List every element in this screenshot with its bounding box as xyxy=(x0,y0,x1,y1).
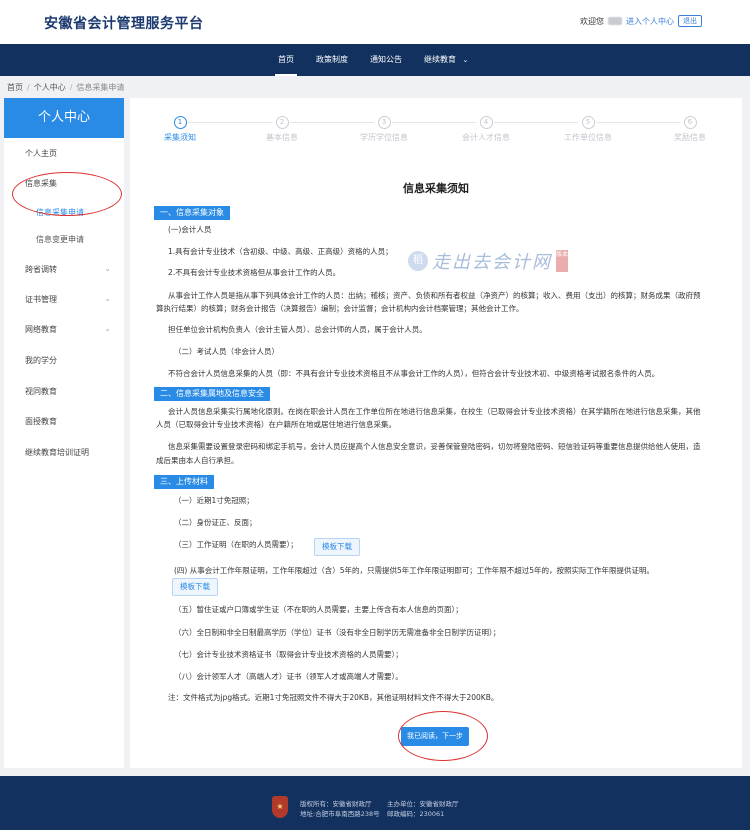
step-number: 2 xyxy=(275,116,289,129)
notice-line: 2.不具有会计专业技术资格但从事会计工作的人员。 xyxy=(168,268,341,277)
welcome-text: 欢迎您 xyxy=(580,16,604,26)
section-heading: 一、信息采集对象 xyxy=(154,206,230,220)
notice-line: (一)会计人员 xyxy=(168,225,212,234)
nav-policy[interactable]: 政策制度 xyxy=(305,44,359,76)
step-label: 工作单位信息 xyxy=(564,133,612,142)
sidebar-item-credits[interactable]: 我的学分 xyxy=(4,355,124,366)
step-5: 5 工作单位信息 xyxy=(538,116,638,143)
chevron-down-icon: ⌄ xyxy=(104,294,111,303)
main-nav: 首页 政策制度 通知公告 继续教育 ⌄ xyxy=(0,44,750,76)
notice-line: （七）会计专业技术资格证书（取得会计专业技术资格的人员需要）； xyxy=(174,650,403,659)
step-6: 6 奖励信息 xyxy=(640,116,740,143)
notice-line: （八）会计领军人才（高端人才）证书（领军人才或高端人才需要）。 xyxy=(174,672,403,681)
notice-line: 算执行结果）的核算；财务会计报告（决算报告）编制；会计监督；会计机构内会计档案管… xyxy=(156,304,524,313)
footer-sponsor: 版权所有：安徽省财政厅 xyxy=(300,800,372,808)
watermark-text: 走出去会计网 xyxy=(432,252,552,273)
template-download-button[interactable]: 模板下载 xyxy=(314,538,360,556)
main-content: 1 采集须知 2 基本信息 3 学历学位信息 4 会计人才信息 5 工作单位信息… xyxy=(130,98,742,768)
step-number: 5 xyxy=(581,116,595,129)
chevron-down-icon: ⌄ xyxy=(104,264,111,273)
logout-button[interactable]: 退出 xyxy=(678,15,702,27)
breadcrumb-profile[interactable]: 个人中心 xyxy=(34,83,66,92)
step-number: 6 xyxy=(683,116,697,129)
notice-line: 担任单位会计机构负责人（会计主管人员）、总会计师的人员，属于会计人员。 xyxy=(168,325,427,334)
step-number: 4 xyxy=(479,116,493,129)
annotation-circle xyxy=(12,172,122,216)
step-label: 基本信息 xyxy=(266,133,298,142)
step-4: 4 会计人才信息 xyxy=(436,116,536,143)
notice-line: （六）全日制和非全日制最高学历（学位）证书（没有非全日制学历无需准备非全日制学历… xyxy=(174,628,501,637)
footer-address: 地址:合肥市阜南西路238号 xyxy=(300,810,380,818)
step-label: 采集须知 xyxy=(164,133,196,142)
watermark-seal: 版本 xyxy=(556,250,568,272)
sidebar-item-face-education[interactable]: 面授教育 xyxy=(4,416,124,427)
step-number: 3 xyxy=(377,116,391,129)
step-1: 1 采集须知 xyxy=(130,116,230,143)
section-heading: 三、上传材料 xyxy=(154,475,214,489)
breadcrumb-current: 信息采集申请 xyxy=(76,83,125,92)
notice-line: 信息采集需要设置登录密码和绑定手机号，会计人员应提高个人信息安全意识，妥善保管登… xyxy=(168,442,701,451)
step-progress: 1 采集须知 2 基本信息 3 学历学位信息 4 会计人才信息 5 工作单位信息… xyxy=(130,116,742,156)
step-3: 3 学历学位信息 xyxy=(334,116,434,143)
notice-line: 从事会计工作人员是指从事下列具体会计工作的人员：出纳；稽核；资产、负债和所有者权… xyxy=(168,291,701,300)
notice-line: 1.具有会计专业技术（含初级、中级、高级、正高级）资格的人员； xyxy=(168,247,393,256)
footer: ★ 版权所有：安徽省财政厅 主办单位：安徽省财政厅 地址:合肥市阜南西路238号… xyxy=(0,776,750,830)
notice-title: 信息采集须知 xyxy=(403,182,469,195)
footer-organizer: 主办单位：安徽省财政厅 xyxy=(387,800,459,808)
notice-line: 不符合会计人员信息采集的人员（即：不具有会计专业技术资格且不从事会计工作的人员）… xyxy=(168,369,660,378)
notice-line: （一）近期1寸免冠照； xyxy=(174,496,254,505)
step-label: 会计人才信息 xyxy=(462,133,510,142)
step-2: 2 基本信息 xyxy=(232,116,332,143)
breadcrumb-home[interactable]: 首页 xyxy=(7,83,23,92)
notice-line: （五）暂住证或户口簿或学生证（不在职的人员需要，主要上传含有本人信息的页面）； xyxy=(174,605,463,614)
sidebar-item-label: 网络教育 xyxy=(25,325,57,334)
masked-username xyxy=(608,17,622,25)
chevron-down-icon: ⌄ xyxy=(104,324,111,333)
notice-line: (四) 从事会计工作年限证明，工作年限超过（含）5年的，只需提供5年工作年限证明… xyxy=(174,566,655,575)
sidebar-item-label: 跨省调转 xyxy=(25,265,57,274)
emblem-icon: ★ xyxy=(272,796,288,818)
nav-continuing-education[interactable]: 继续教育 ⌄ xyxy=(413,44,479,76)
notice-line: 会计人员信息采集实行属地化原则。在岗在职会计人员在工作单位所在地进行信息采集，在… xyxy=(168,407,701,416)
sidebar-item-training-certificate[interactable]: 继续教育培训证明 xyxy=(4,447,124,458)
chevron-down-icon: ⌄ xyxy=(462,56,469,64)
annotation-circle xyxy=(398,711,488,761)
notice-line: 成后果由本人自行承担。 xyxy=(156,456,239,465)
template-download-button[interactable]: 模板下载 xyxy=(172,578,218,596)
site-title[interactable]: 安徽省会计管理服务平台 xyxy=(44,13,204,33)
sidebar-item-online-education[interactable]: 网络教育 ⌄ xyxy=(4,324,124,335)
breadcrumb: 首页 / 个人中心 / 信息采集申请 xyxy=(7,83,125,92)
sidebar-item-certificates[interactable]: 证书管理 ⌄ xyxy=(4,294,124,305)
notice-line: （三）工作证明（在职的人员需要）； xyxy=(174,540,298,549)
nav-continuing-education-label: 继续教育 xyxy=(424,55,456,64)
watermark: 稻 走出去会计网 版本 xyxy=(408,248,568,274)
notice-line: （二）身份证正、反面； xyxy=(174,518,257,527)
section-heading: 二、信息采集属地及信息安全 xyxy=(154,387,270,401)
user-area: 欢迎您 进入个人中心 退出 xyxy=(580,15,702,27)
profile-link[interactable]: 进入个人中心 xyxy=(626,16,674,27)
nav-notice[interactable]: 通知公告 xyxy=(359,44,413,76)
footer-postcode: 邮政编码：230061 xyxy=(387,810,445,818)
nav-home[interactable]: 首页 xyxy=(267,44,305,76)
step-label: 学历学位信息 xyxy=(360,133,408,142)
notice-line: 注：文件格式为jpg格式。近期1寸免冠照文件不得大于20KB，其他证明材料文件不… xyxy=(168,693,499,702)
sidebar-title: 个人中心 xyxy=(4,98,124,138)
sidebar-item-label: 证书管理 xyxy=(25,295,57,304)
sidebar-item-info-change[interactable]: 信息变更申请 xyxy=(4,234,124,245)
sidebar-item-transfer[interactable]: 跨省调转 ⌄ xyxy=(4,264,124,275)
notice-line: （二）考试人员（非会计人员） xyxy=(174,347,279,356)
sidebar-item-home[interactable]: 个人主页 xyxy=(4,148,124,159)
top-header: 安徽省会计管理服务平台 欢迎您 进入个人中心 退出 xyxy=(0,0,750,44)
step-number: 1 xyxy=(173,116,187,129)
watermark-logo: 稻 xyxy=(408,251,428,271)
sidebar-item-equivalent-education[interactable]: 视同教育 xyxy=(4,386,124,397)
notice-line: 人员（已取得会计专业技术资格）在户籍所在地或居住地进行信息采集。 xyxy=(156,420,396,429)
step-label: 奖励信息 xyxy=(674,133,706,142)
